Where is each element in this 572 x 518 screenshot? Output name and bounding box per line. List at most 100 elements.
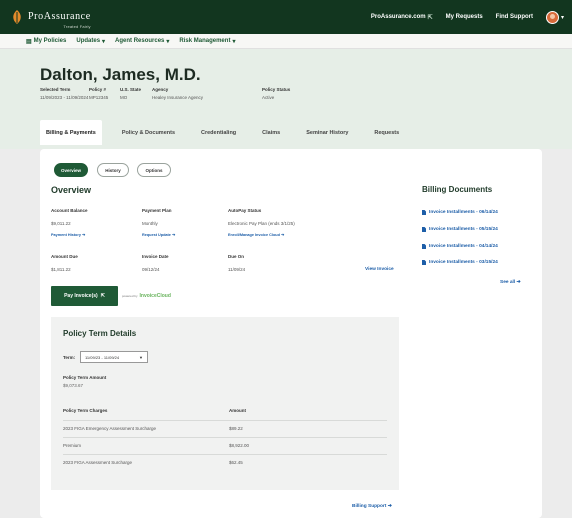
tab-claims[interactable]: Claims xyxy=(256,120,286,145)
payment-plan-label: Payment Plan xyxy=(142,208,172,213)
policy-term-amount-value: $9,073.67 xyxy=(63,383,84,388)
main-nav: ▤ My Policies Updates ▾ Agent Resources … xyxy=(0,34,572,49)
nav-agent-resources[interactable]: Agent Resources ▾ xyxy=(115,38,169,45)
chevron-down-icon: ▾ xyxy=(232,38,236,45)
policy-term-panel: Policy Term Details Term: 11/09/23 - 11/… xyxy=(51,317,399,490)
chevron-down-icon: ▼ xyxy=(139,354,143,360)
document-label: Invoice Installments - 03/15/24 xyxy=(429,260,498,265)
meta-value: MP12345 xyxy=(89,95,109,100)
meta-policy-status: Policy Status Active xyxy=(262,87,290,100)
nav-my-policies[interactable]: ▤ My Policies xyxy=(26,38,66,45)
meta-value: Healey Insurance Agency xyxy=(152,95,204,100)
tab-policy-documents[interactable]: Policy & Documents xyxy=(116,120,181,145)
nav-updates[interactable]: Updates ▾ xyxy=(76,38,105,45)
brand-logo[interactable]: ProAssurance Treated Fairly xyxy=(10,6,91,29)
invoice-cloud-logo: InvoiceCloud xyxy=(139,293,171,299)
amount-column-header: Amount xyxy=(229,408,246,413)
charge-name: Premium xyxy=(63,443,82,448)
policy-header: Dalton, James, M.D. Selected Term 11/09/… xyxy=(0,49,572,149)
tab-billing-payments[interactable]: Billing & Payments xyxy=(40,120,102,145)
charge-amount: $89.22 xyxy=(229,426,243,431)
document-icon xyxy=(422,244,426,249)
document-label: Invoice Installments - 06/14/24 xyxy=(429,210,498,215)
table-row: Premium $8,922.00 xyxy=(63,437,387,454)
term-select-value: 11/09/23 - 11/09/24 xyxy=(85,354,120,360)
amount-due-value: $1,811.22 xyxy=(51,267,71,272)
meta-policy-number: Policy # MP12345 xyxy=(89,87,108,100)
policy-term-amount-label: Policy Term Amount xyxy=(63,375,107,380)
document-label: Invoice Installments - 04/14/24 xyxy=(429,244,498,249)
meta-label: U.S. State xyxy=(120,87,142,92)
overview-title: Overview xyxy=(51,185,92,195)
pay-invoices-button[interactable]: Pay Invoice(s) ⇱ xyxy=(51,286,118,306)
external-link-icon: ⇱ xyxy=(427,14,433,21)
subtab-overview[interactable]: Overview xyxy=(54,163,88,177)
tab-requests[interactable]: Requests xyxy=(368,120,405,145)
page-title: Dalton, James, M.D. xyxy=(40,65,201,84)
amount-due-label: Amount Due xyxy=(51,254,78,259)
document-label: Invoice Installments - 05/15/24 xyxy=(429,227,498,232)
billing-document-link[interactable]: Invoice Installments - 03/15/24 xyxy=(422,260,498,265)
document-icon xyxy=(422,260,426,265)
brand-name: ProAssurance xyxy=(28,10,91,22)
charge-name: 2023 FIGA Assessment Surcharge xyxy=(63,460,133,465)
tab-credentialing[interactable]: Credentialing xyxy=(195,120,242,145)
table-row: 2023 FIGA Emergency Assessment Surcharge… xyxy=(63,420,387,437)
meta-value: 11/09/2023 - 11/09/2024 xyxy=(40,95,89,100)
powered-by-label: powered by xyxy=(122,294,138,298)
document-icon xyxy=(422,210,426,215)
view-invoice-link[interactable]: View Invoice xyxy=(365,267,394,272)
meta-label: Agency xyxy=(152,87,169,92)
see-all-documents-link[interactable]: See all ➔ xyxy=(500,280,521,285)
subtab-options[interactable]: Options xyxy=(137,163,171,177)
billing-support-link[interactable]: Billing Support ➔ xyxy=(352,504,392,509)
top-link-my-requests[interactable]: My Requests xyxy=(446,14,483,20)
brand-subtitle: Treated Fairly xyxy=(63,23,91,29)
term-label: Term: xyxy=(63,355,76,360)
payment-plan-value: Monthly xyxy=(142,221,158,226)
meta-label: Policy Status xyxy=(262,87,291,92)
account-balance-label: Account Balance xyxy=(51,208,88,213)
charge-amount: $8,922.00 xyxy=(229,443,250,448)
invoice-date-label: Invoice Date xyxy=(142,254,169,259)
nav-label: Risk Management xyxy=(179,38,231,44)
charges-column-header: Policy Term Charges xyxy=(63,408,108,413)
request-update-link[interactable]: Request Update ➔ xyxy=(142,232,175,237)
billing-document-link[interactable]: Invoice Installments - 05/15/24 xyxy=(422,227,498,232)
billing-document-link[interactable]: Invoice Installments - 04/14/24 xyxy=(422,244,498,249)
invoice-date-value: 09/12/24 xyxy=(142,267,160,272)
policy-tabs: Billing & Payments Policy & Documents Cr… xyxy=(40,120,405,145)
charge-amount: $62.45 xyxy=(229,460,243,465)
chevron-down-icon: ▾ xyxy=(166,38,170,45)
autopay-status-label: AutoPay Status xyxy=(228,208,262,213)
meta-us-state: U.S. State MO xyxy=(120,87,141,100)
document-icon xyxy=(422,227,426,232)
leaf-logo-icon xyxy=(13,10,21,24)
billing-document-link[interactable]: Invoice Installments - 06/14/24 xyxy=(422,210,498,215)
external-link-icon: ⇱ xyxy=(100,293,105,299)
meta-selected-term: Selected Term 11/09/2023 - 11/09/2024 xyxy=(40,87,88,100)
tab-seminar-history[interactable]: Seminar History xyxy=(300,120,354,145)
meta-label: Selected Term xyxy=(40,87,71,92)
payment-history-link[interactable]: Payment History ➔ xyxy=(51,232,85,237)
chevron-down-icon: ▾ xyxy=(560,14,564,21)
meta-agency: Agency Healey Insurance Agency xyxy=(152,87,203,100)
subtab-history[interactable]: History xyxy=(97,163,129,177)
billing-card: Overview History Options Overview Accoun… xyxy=(40,149,542,518)
user-menu[interactable]: ▾ xyxy=(545,10,564,24)
billing-documents-title: Billing Documents xyxy=(422,185,493,194)
due-on-label: Due On xyxy=(228,254,245,259)
nav-label: My Policies xyxy=(33,38,67,44)
top-link-label: ProAssurance.com xyxy=(370,14,426,20)
top-link-proassurance[interactable]: ProAssurance.com ⇱ xyxy=(371,14,433,21)
nav-label: Updates xyxy=(76,38,101,44)
powered-by: powered by InvoiceCloud xyxy=(122,293,171,299)
pay-button-label: Pay Invoice(s) xyxy=(64,293,98,299)
nav-risk-management[interactable]: Risk Management ▾ xyxy=(179,38,235,45)
meta-label: Policy # xyxy=(89,87,107,92)
avatar xyxy=(545,10,559,24)
table-row: 2023 FIGA Assessment Surcharge $62.45 xyxy=(63,454,387,471)
manage-invoice-cloud-link[interactable]: Enroll/Manage Invoice Cloud ➔ xyxy=(228,232,284,237)
term-select[interactable]: 11/09/23 - 11/09/24 ▼ xyxy=(80,351,148,363)
top-link-find-support[interactable]: Find Support xyxy=(496,14,533,20)
